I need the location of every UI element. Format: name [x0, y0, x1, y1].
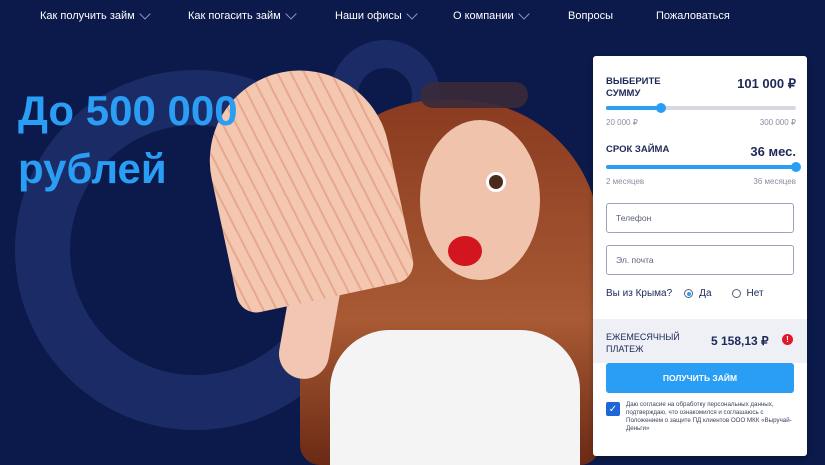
crimea-yes-label[interactable]: Да	[699, 288, 711, 299]
term-max: 36 месяцев	[753, 177, 796, 186]
monthly-payment-label-line2: ПЛАТЕЖ	[606, 344, 644, 354]
monthly-payment-label: ЕЖЕМЕСЯЧНЫЙ ПЛАТЕЖ	[606, 331, 680, 355]
get-loan-button[interactable]: ПОЛУЧИТЬ ЗАЙМ	[606, 363, 794, 393]
term-value: 36 мес.	[750, 144, 796, 159]
info-icon[interactable]: !	[782, 334, 793, 345]
amount-row: ВЫБЕРИТЕ СУММУ 101 000 ₽	[606, 76, 796, 100]
hero-photo-lips	[448, 236, 482, 266]
nav-item-offices[interactable]: Наши офисы	[335, 8, 418, 22]
nav-label: О компании	[453, 10, 514, 22]
hero-title-line1: До 500 000	[18, 87, 238, 134]
loan-calculator-card: ВЫБЕРИТЕ СУММУ 101 000 ₽ 20 000 ₽ 300 00…	[593, 56, 807, 456]
term-slider[interactable]	[606, 162, 801, 172]
monthly-payment-box: ЕЖЕМЕСЯЧНЫЙ ПЛАТЕЖ 5 158,13 ₽ !	[593, 319, 807, 363]
nav-label: Наши офисы	[335, 10, 402, 22]
chevron-down-icon	[518, 8, 530, 20]
nav-label: Вопросы	[568, 10, 614, 22]
phone-input[interactable]: Телефон	[606, 203, 794, 233]
amount-slider-fill	[606, 106, 662, 110]
crimea-yes-radio[interactable]	[684, 289, 694, 298]
amount-value: 101 000 ₽	[737, 76, 796, 91]
amount-label-line1: ВЫБЕРИТЕ	[606, 76, 661, 87]
amount-label: ВЫБЕРИТЕ СУММУ	[606, 76, 661, 100]
amount-label-line2: СУММУ	[606, 88, 641, 99]
term-label: СРОК ЗАЙМА	[606, 144, 670, 155]
chevron-down-icon	[139, 8, 151, 20]
amount-slider[interactable]	[606, 103, 796, 113]
amount-max: 300 000 ₽	[759, 118, 796, 127]
chevron-down-icon	[285, 8, 297, 20]
email-input[interactable]: Эл. почта	[606, 245, 794, 275]
crimea-question: Вы из Крыма? Да Нет	[606, 288, 796, 299]
amount-slider-thumb[interactable]	[656, 103, 667, 113]
term-slider-fill	[606, 165, 796, 169]
hero-photo-eye	[486, 172, 506, 192]
nav-label: Пожаловаться	[656, 10, 730, 22]
hero-title-line2: рублей	[18, 145, 167, 192]
chevron-down-icon	[406, 8, 418, 20]
monthly-payment-label-line1: ЕЖЕМЕСЯЧНЫЙ	[606, 332, 680, 342]
nav-item-complain[interactable]: Пожаловаться	[656, 10, 730, 22]
nav-item-about[interactable]: О компании	[453, 8, 530, 22]
consent-text: Даю согласие на обработку персональных д…	[626, 401, 792, 432]
nav-label: Как получить займ	[40, 10, 135, 22]
nav-label: Как погасить займ	[188, 10, 281, 22]
consent-checkbox[interactable]: ✓	[606, 402, 620, 416]
nav-item-questions[interactable]: Вопросы	[568, 10, 613, 22]
monthly-payment-value: 5 158,13 ₽	[711, 334, 769, 348]
nav-item-how-to-get-loan[interactable]: Как получить займ	[40, 8, 151, 22]
term-min: 2 месяцев	[606, 177, 645, 186]
top-navigation: Как получить займ Как погасить займ Наши…	[0, 0, 825, 34]
amount-min: 20 000 ₽	[606, 118, 638, 127]
crimea-question-label: Вы из Крыма?	[606, 288, 673, 299]
term-slider-thumb[interactable]	[791, 162, 801, 172]
hero-photo-sunglasses	[420, 82, 528, 108]
crimea-no-label[interactable]: Нет	[747, 288, 764, 299]
nav-item-how-to-repay[interactable]: Как погасить займ	[188, 8, 297, 22]
hero-title: До 500 000 рублей	[18, 82, 238, 198]
hero-photo-shirt	[330, 330, 580, 465]
term-row: СРОК ЗАЙМА 36 мес.	[606, 144, 796, 159]
crimea-no-radio[interactable]	[731, 289, 741, 298]
